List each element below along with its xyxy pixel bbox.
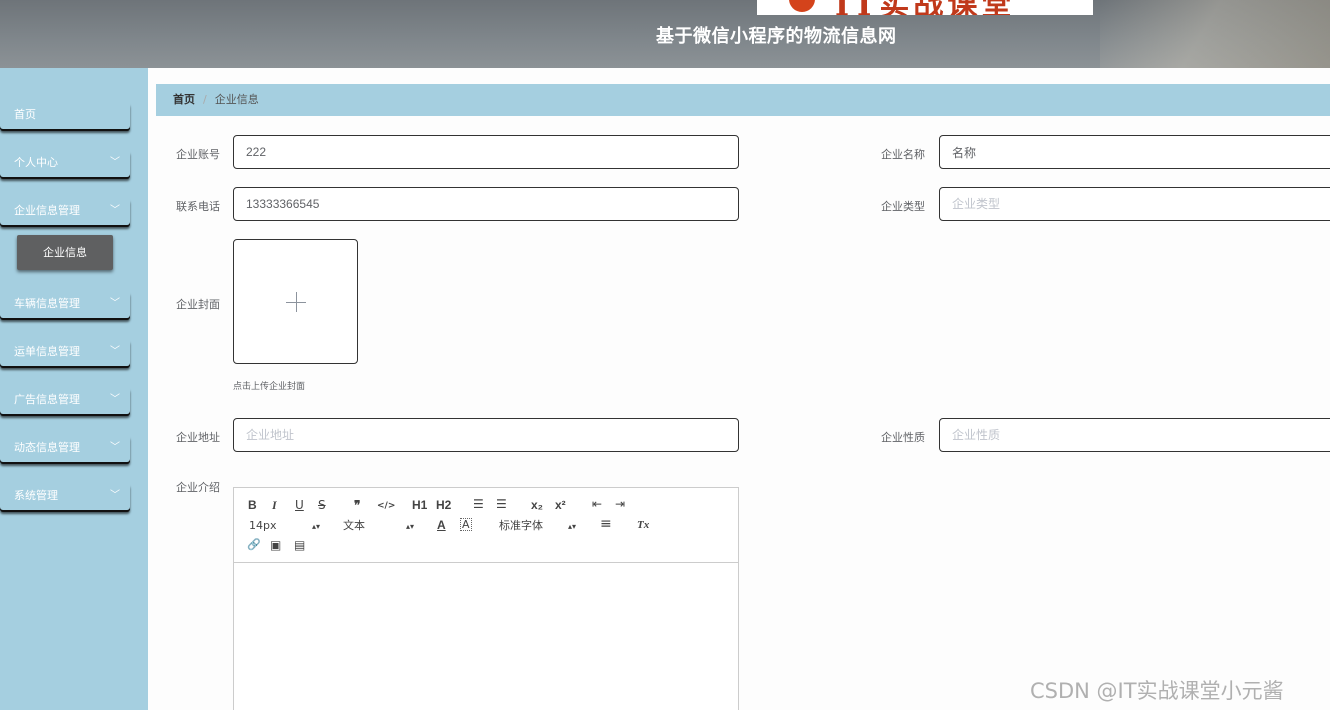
select-arrow-icon: ▴▾ [312,522,321,531]
underline-button[interactable]: U [295,498,304,512]
account-label: 企业账号 [176,148,220,161]
sidebar-item-label: 个人中心 [14,156,58,169]
code-button[interactable]: </> [377,499,395,513]
bold-button[interactable]: B [248,498,257,512]
chevron-down-icon: ﹀ [110,157,120,168]
logo-text: IT实战课堂 [835,0,1015,15]
phone-input[interactable] [233,187,739,221]
type-label: 企业类型 [881,200,925,213]
type-input[interactable] [939,187,1330,221]
chevron-down-icon: ﹀ [110,442,120,453]
indent-button[interactable]: ⇥ [615,497,625,511]
breadcrumb-home[interactable]: 首页 [173,93,195,106]
submenu-item-company-info[interactable]: 企业信息 [17,235,113,270]
strike-button[interactable]: S [318,498,326,512]
name-label: 企业名称 [881,148,925,161]
rich-text-editor: B I U S ❞ </> H1 H2 ☰ ☰ x₂ x² ⇤ ⇥ 14px ▴▾… [233,487,739,710]
site-title: 基于微信小程序的物流信息网 [656,26,897,47]
chevron-down-icon: ﹀ [110,205,120,216]
sidebar-item-system[interactable]: 系统管理 ﹀ [0,482,130,510]
font-size-value: 14px [249,519,277,532]
header-decoration [1100,0,1330,68]
sidebar-item-waybill-info[interactable]: 运单信息管理 ﹀ [0,338,130,366]
logo-banner: IT实战课堂 [757,0,1093,15]
sidebar-item-ad-info[interactable]: 广告信息管理 ﹀ [0,386,130,414]
select-arrow-icon: ▴▾ [406,522,415,531]
sidebar-item-label: 首页 [14,108,36,121]
h1-button[interactable]: H1 [412,498,427,512]
h2-button[interactable]: H2 [436,498,451,512]
italic-button[interactable]: I [272,498,277,512]
font-family-value: 标准字体 [499,519,543,532]
superscript-button[interactable]: x² [555,498,566,512]
chevron-down-icon: ﹀ [110,490,120,501]
sidebar-item-label: 系统管理 [14,489,58,502]
watermark: CSDN @IT实战课堂小元酱 [1030,679,1284,703]
address-input[interactable] [233,418,739,452]
header: IT实战课堂 基于微信小程序的物流信息网 [0,0,1330,68]
account-input[interactable] [233,135,739,169]
address-label: 企业地址 [176,431,220,444]
sidebar-item-label: 运单信息管理 [14,345,80,358]
nature-input[interactable] [939,418,1330,452]
sidebar-item-vehicle-info[interactable]: 车辆信息管理 ﹀ [0,290,130,318]
cover-upload-tip: 点击上传企业封面 [233,382,306,392]
image-button[interactable]: ▣ [270,538,281,552]
phone-label: 联系电话 [176,200,220,213]
subscript-button[interactable]: x₂ [531,498,543,512]
breadcrumb: 首页 / 企业信息 [156,84,1330,116]
nature-label: 企业性质 [881,431,925,444]
sidebar-item-label: 企业信息管理 [14,204,80,217]
sidebar-item-label: 车辆信息管理 [14,297,80,310]
chevron-down-icon: ﹀ [110,298,120,309]
clean-format-button[interactable]: Tx [637,518,649,532]
name-input[interactable] [939,135,1330,169]
chevron-down-icon: ﹀ [110,394,120,405]
breadcrumb-separator: / [203,93,207,106]
bullet-list-button[interactable]: ☰ [496,497,507,511]
background-color-button[interactable]: A [460,518,472,531]
select-arrow-icon: ▴▾ [568,522,577,531]
plus-icon-vertical [296,292,297,312]
sidebar-item-news-info[interactable]: 动态信息管理 ﹀ [0,434,130,462]
sidebar-item-company-info[interactable]: 企业信息管理 ﹀ [0,197,130,225]
breadcrumb-current: 企业信息 [214,93,259,106]
text-type-select[interactable]: 文本 ▴▾ [343,519,414,533]
sidebar-item-home[interactable]: 首页 [0,101,130,129]
sidebar-item-personal-center[interactable]: 个人中心 ﹀ [0,149,130,177]
intro-label: 企业介绍 [176,481,220,494]
font-color-button[interactable]: A [437,518,446,532]
logo-icon [789,0,815,12]
cover-label: 企业封面 [176,298,220,311]
editor-content-area[interactable] [234,563,738,710]
font-size-select[interactable]: 14px ▴▾ [249,519,320,533]
outdent-button[interactable]: ⇤ [592,497,602,511]
align-button[interactable]: ≡ [600,517,612,531]
link-button[interactable]: 🔗 [247,538,261,552]
text-type-value: 文本 [343,519,365,532]
video-button[interactable]: ▤ [294,538,305,552]
font-family-select[interactable]: 标准字体 ▴▾ [499,519,576,533]
cover-upload[interactable] [233,239,358,364]
ordered-list-button[interactable]: ☰ [473,497,484,511]
quote-button[interactable]: ❞ [354,498,360,512]
sidebar-item-label: 广告信息管理 [14,393,80,406]
sidebar-item-label: 动态信息管理 [14,441,80,454]
editor-toolbar: B I U S ❞ </> H1 H2 ☰ ☰ x₂ x² ⇤ ⇥ 14px ▴▾… [234,488,738,563]
chevron-down-icon: ﹀ [110,346,120,357]
